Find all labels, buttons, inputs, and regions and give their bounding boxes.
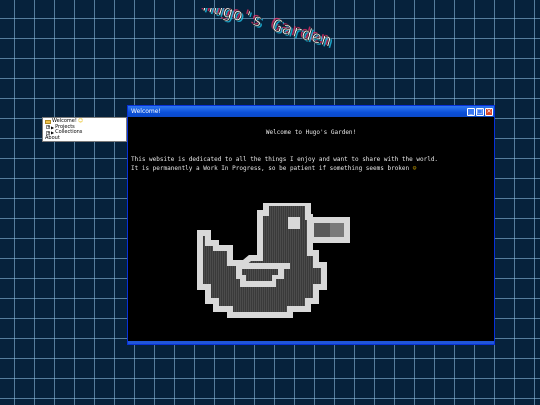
close-button[interactable]: ✕: [485, 107, 493, 116]
maximize-button[interactable]: □: [476, 107, 484, 116]
banner-title: Hugo's Garden: [201, 8, 334, 52]
tree-item-label: About: [45, 134, 60, 141]
smiley-icon: ☺: [77, 118, 84, 124]
window-titlebar[interactable]: Welcome! _ □ ✕: [128, 106, 494, 117]
welcome-window: Welcome! _ □ ✕ Welcome to Hugo's Garden!…: [127, 105, 495, 345]
tree-item-about[interactable]: About: [45, 134, 126, 142]
minimize-button[interactable]: _: [467, 107, 475, 116]
site-navigation-tree: Welcome! ☺ + ▶ Projects + ▶ Collections …: [42, 117, 127, 142]
expand-icon[interactable]: +: [46, 125, 50, 130]
intro-line-1: This website is dedicated to all the thi…: [131, 156, 439, 163]
window-controls: _ □ ✕: [467, 107, 493, 116]
site-title-banner: Hugo's Garden Hugo's Garden Hugo's Garde…: [199, 8, 336, 53]
intro-text: This website is dedicated to all the thi…: [131, 156, 438, 173]
folder-icon: [45, 119, 51, 124]
welcome-heading: Welcome to Hugo's Garden!: [265, 129, 357, 136]
duck-pixel-art: [197, 203, 350, 318]
smiley-icon: ☺: [412, 164, 417, 172]
intro-line-2: It is permanently a Work In Progress, so…: [131, 164, 417, 172]
window-title: Welcome!: [131, 108, 161, 115]
window-content: Welcome to Hugo's Garden! This website i…: [128, 117, 494, 341]
window-bottom-border: [128, 341, 494, 344]
